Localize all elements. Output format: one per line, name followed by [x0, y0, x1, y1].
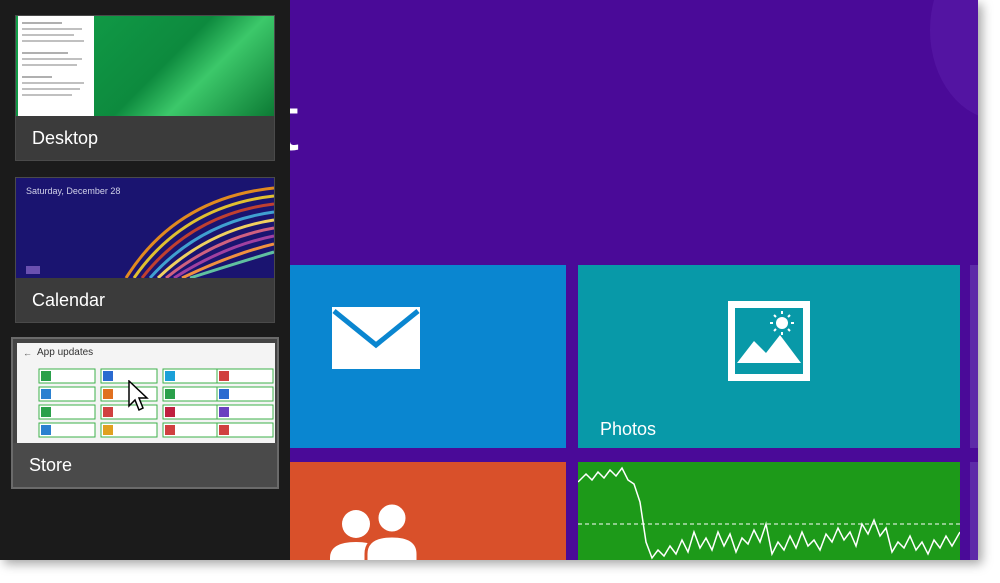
calendar-thumbnail: Saturday, December 28: [16, 178, 274, 278]
tile-finance[interactable]: [578, 462, 960, 560]
mouse-cursor-icon: [128, 380, 149, 412]
app-switcher: Desktop Saturday, December 28 Calendar ←…: [0, 0, 290, 560]
people-icon: [330, 502, 420, 560]
tile-edge: [970, 265, 978, 448]
tile-photos-label: Photos: [600, 419, 657, 439]
tile-photos[interactable]: Photos: [578, 265, 960, 448]
tile-mail[interactable]: [290, 265, 566, 448]
thumb-bar: Calendar: [16, 278, 274, 322]
finance-chart-icon: [578, 466, 960, 560]
switcher-label-desktop: Desktop: [32, 128, 99, 148]
switcher-item-calendar[interactable]: Saturday, December 28 Calendar: [15, 177, 275, 323]
switcher-label-store: Store: [29, 455, 73, 475]
tile-people[interactable]: [290, 462, 566, 560]
switcher-label-calendar: Calendar: [32, 290, 106, 310]
start-screen: rt Photos: [250, 0, 978, 560]
mail-icon: [332, 307, 420, 369]
document-window: [18, 16, 94, 116]
photos-icon: [728, 301, 810, 381]
screen: rt Photos: [0, 0, 978, 560]
switcher-item-desktop[interactable]: Desktop: [15, 15, 275, 161]
calendar-swirl-art: [26, 186, 274, 278]
thumb-bar: Desktop: [16, 116, 274, 160]
thumb-bar: Store: [13, 443, 277, 487]
tile-edge: [970, 462, 978, 560]
desktop-thumbnail: [16, 16, 274, 116]
background-arc: [930, 0, 978, 120]
